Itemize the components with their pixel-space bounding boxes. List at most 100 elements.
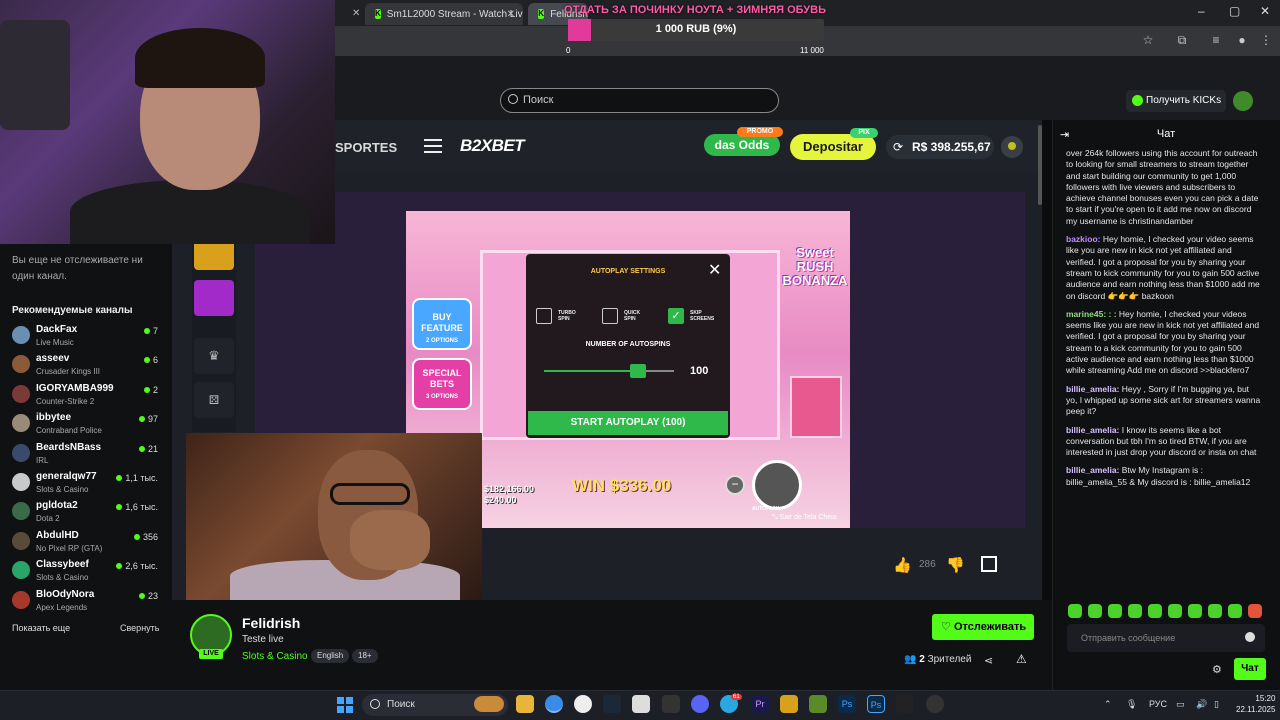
chat-username[interactable]: billie_amelia: bbox=[1066, 465, 1119, 475]
emote-icon[interactable] bbox=[1248, 604, 1262, 618]
emote-icon[interactable] bbox=[1108, 604, 1122, 618]
thumbs-up-icon[interactable]: 👍 bbox=[893, 556, 912, 574]
app-icon[interactable] bbox=[780, 695, 798, 713]
turbo-spin-checkbox[interactable] bbox=[536, 308, 552, 324]
close-icon[interactable]: ✕ bbox=[708, 260, 721, 280]
windows-start-icon[interactable] bbox=[337, 697, 353, 713]
system-clock[interactable]: 15:20 22.11.2025 bbox=[1236, 693, 1275, 715]
spin-button[interactable] bbox=[752, 460, 802, 510]
emote-icon[interactable] bbox=[1208, 604, 1222, 618]
donation-min: 0 bbox=[566, 46, 571, 55]
premiere-icon[interactable]: Pr bbox=[751, 695, 769, 713]
epic-games-icon[interactable] bbox=[662, 695, 680, 713]
crown-icon[interactable]: ♛ bbox=[194, 338, 234, 374]
channel-avatar bbox=[12, 473, 30, 491]
chat-message: billie_amelia: I know its seems like a b… bbox=[1066, 425, 1262, 459]
browser-tab[interactable]: K Sm1L2000 Stream - Watch Live ✕ bbox=[365, 3, 523, 25]
discord-icon[interactable] bbox=[691, 695, 709, 713]
search-input[interactable]: Поиск bbox=[500, 88, 779, 113]
gear-icon[interactable]: ⚙ bbox=[1212, 663, 1222, 676]
minimize-icon[interactable]: – bbox=[1198, 4, 1205, 18]
thumbs-down-icon[interactable]: 👎 bbox=[946, 556, 965, 574]
page-scrollbar[interactable] bbox=[1038, 125, 1042, 205]
profile-icon[interactable]: ● bbox=[1234, 32, 1250, 48]
language-indicator[interactable]: РУС bbox=[1149, 699, 1167, 709]
sidebar-channel-item[interactable]: BloOdyNora Apex Legends 23 bbox=[12, 589, 162, 617]
streamer-name[interactable]: Felidrish bbox=[242, 615, 300, 631]
sidebar-channel-item[interactable]: pgldota2 Dota 2 1,6 тыс. bbox=[12, 500, 162, 528]
bookmark-star-icon[interactable]: ☆ bbox=[1140, 32, 1156, 48]
chat-input[interactable]: Отправить сообщение bbox=[1067, 624, 1265, 652]
emote-icon[interactable] bbox=[1228, 604, 1242, 618]
media-icon[interactable]: ≡ bbox=[1208, 32, 1224, 48]
extensions-icon[interactable]: ⧉ bbox=[1174, 32, 1190, 48]
sidebar-channel-item[interactable]: IGORYAMBA999 Counter-Strike 2 2 bbox=[12, 383, 162, 411]
skip-screens-checkbox[interactable]: ✓ bbox=[668, 308, 684, 324]
tab-close-icon[interactable]: ✕ bbox=[352, 8, 360, 19]
sidebar-channel-item[interactable]: BeardsNBass IRL 21 bbox=[12, 442, 162, 470]
casino-logo[interactable]: B2XBET bbox=[460, 136, 525, 156]
target-icon[interactable] bbox=[194, 280, 234, 316]
sidebar-channel-item[interactable]: asseev Crusader Kings III 6 bbox=[12, 353, 162, 381]
start-autoplay-button[interactable]: START AUTOPLAY (100) bbox=[528, 411, 728, 435]
sidebar-channel-item[interactable]: ibbytee Contraband Police 97 bbox=[12, 412, 162, 440]
tag-language[interactable]: English bbox=[311, 649, 350, 663]
battery-icon[interactable]: ▯ bbox=[1214, 699, 1219, 710]
minus-bet-button[interactable]: − bbox=[725, 475, 745, 495]
chat-username[interactable]: marine45: : : bbox=[1066, 309, 1117, 319]
special-bets-button[interactable]: SPECIAL BETS 3 OPTIONS bbox=[412, 358, 472, 410]
turbo-spin-label: TURBO SPIN bbox=[558, 310, 576, 322]
emote-icon[interactable] bbox=[1128, 604, 1142, 618]
share-icon[interactable]: ⋖ bbox=[984, 654, 993, 667]
tab-close-icon[interactable]: ✕ bbox=[507, 9, 515, 20]
emote-icon[interactable] bbox=[1188, 604, 1202, 618]
app-icon[interactable] bbox=[632, 695, 650, 713]
account-icon[interactable] bbox=[1001, 136, 1023, 158]
app-icon[interactable] bbox=[896, 695, 914, 713]
sidebar-channel-item[interactable]: DackFax Live Music 7 bbox=[12, 324, 162, 352]
close-window-icon[interactable]: ✕ bbox=[1260, 4, 1270, 18]
buy-feature-button[interactable]: BUY FEATURE 2 OPTIONS bbox=[412, 298, 472, 350]
sidebar-channel-item[interactable]: Classybeef Slots & Casino 2,6 тыс. bbox=[12, 559, 162, 587]
file-explorer-icon[interactable] bbox=[516, 695, 534, 713]
quick-spin-checkbox[interactable] bbox=[602, 308, 618, 324]
sidebar-channel-item[interactable]: generalqw77 Slots & Casino 1,1 тыс. bbox=[12, 471, 162, 499]
sports-link[interactable]: SPORTES bbox=[335, 140, 397, 155]
collapse-link[interactable]: Свернуть bbox=[120, 623, 159, 633]
sidebar-channel-item[interactable]: AbdulHD No Pixel RP (GTA) 356 bbox=[12, 530, 162, 558]
yandex-icon[interactable] bbox=[574, 695, 592, 713]
emoji-icon[interactable] bbox=[1245, 632, 1255, 642]
stream-category[interactable]: Slots & Casino bbox=[242, 651, 308, 662]
photoshop-alt-icon[interactable]: Ps bbox=[867, 695, 885, 713]
network-icon[interactable]: ▭ bbox=[1176, 699, 1185, 710]
dice-icon[interactable]: ⚄ bbox=[194, 382, 234, 418]
steam-icon[interactable] bbox=[603, 695, 621, 713]
mic-icon[interactable]: 🎙 bbox=[1126, 699, 1137, 710]
refresh-icon[interactable]: ⟳ bbox=[893, 140, 903, 154]
tray-chevron-icon[interactable]: ⌃ bbox=[1104, 699, 1112, 710]
chat-send-button[interactable]: Чат bbox=[1234, 658, 1266, 680]
emote-icon[interactable] bbox=[1068, 604, 1082, 618]
show-more-link[interactable]: Показать еще bbox=[12, 623, 70, 633]
fullscreen-icon[interactable] bbox=[981, 556, 997, 572]
maximize-icon[interactable]: ▢ bbox=[1229, 4, 1240, 18]
hamburger-menu-icon[interactable] bbox=[424, 139, 442, 153]
minecraft-icon[interactable] bbox=[809, 695, 827, 713]
chrome-icon[interactable] bbox=[545, 695, 563, 713]
emote-icon[interactable] bbox=[1168, 604, 1182, 618]
odds-button[interactable]: das Odds bbox=[704, 134, 780, 156]
chat-username[interactable]: bazkioo: bbox=[1066, 234, 1100, 244]
autospins-slider-handle[interactable] bbox=[630, 364, 646, 378]
chat-username[interactable]: billie_amelia: bbox=[1066, 425, 1119, 435]
menu-dots-icon[interactable]: ⋮ bbox=[1258, 32, 1274, 48]
tag-age[interactable]: 18+ bbox=[352, 649, 378, 663]
emote-icon[interactable] bbox=[1088, 604, 1102, 618]
emote-icon[interactable] bbox=[1148, 604, 1162, 618]
exit-fullscreen-link[interactable]: ⤡ Sair de Tela Cheia bbox=[772, 514, 837, 522]
chat-username[interactable]: billie_amelia: bbox=[1066, 384, 1119, 394]
user-avatar[interactable] bbox=[1233, 91, 1253, 111]
photoshop-icon[interactable]: Ps bbox=[838, 695, 856, 713]
obs-icon[interactable] bbox=[926, 695, 944, 713]
volume-icon[interactable]: 🔊 bbox=[1196, 699, 1207, 710]
report-icon[interactable]: ⚠ bbox=[1016, 652, 1027, 666]
